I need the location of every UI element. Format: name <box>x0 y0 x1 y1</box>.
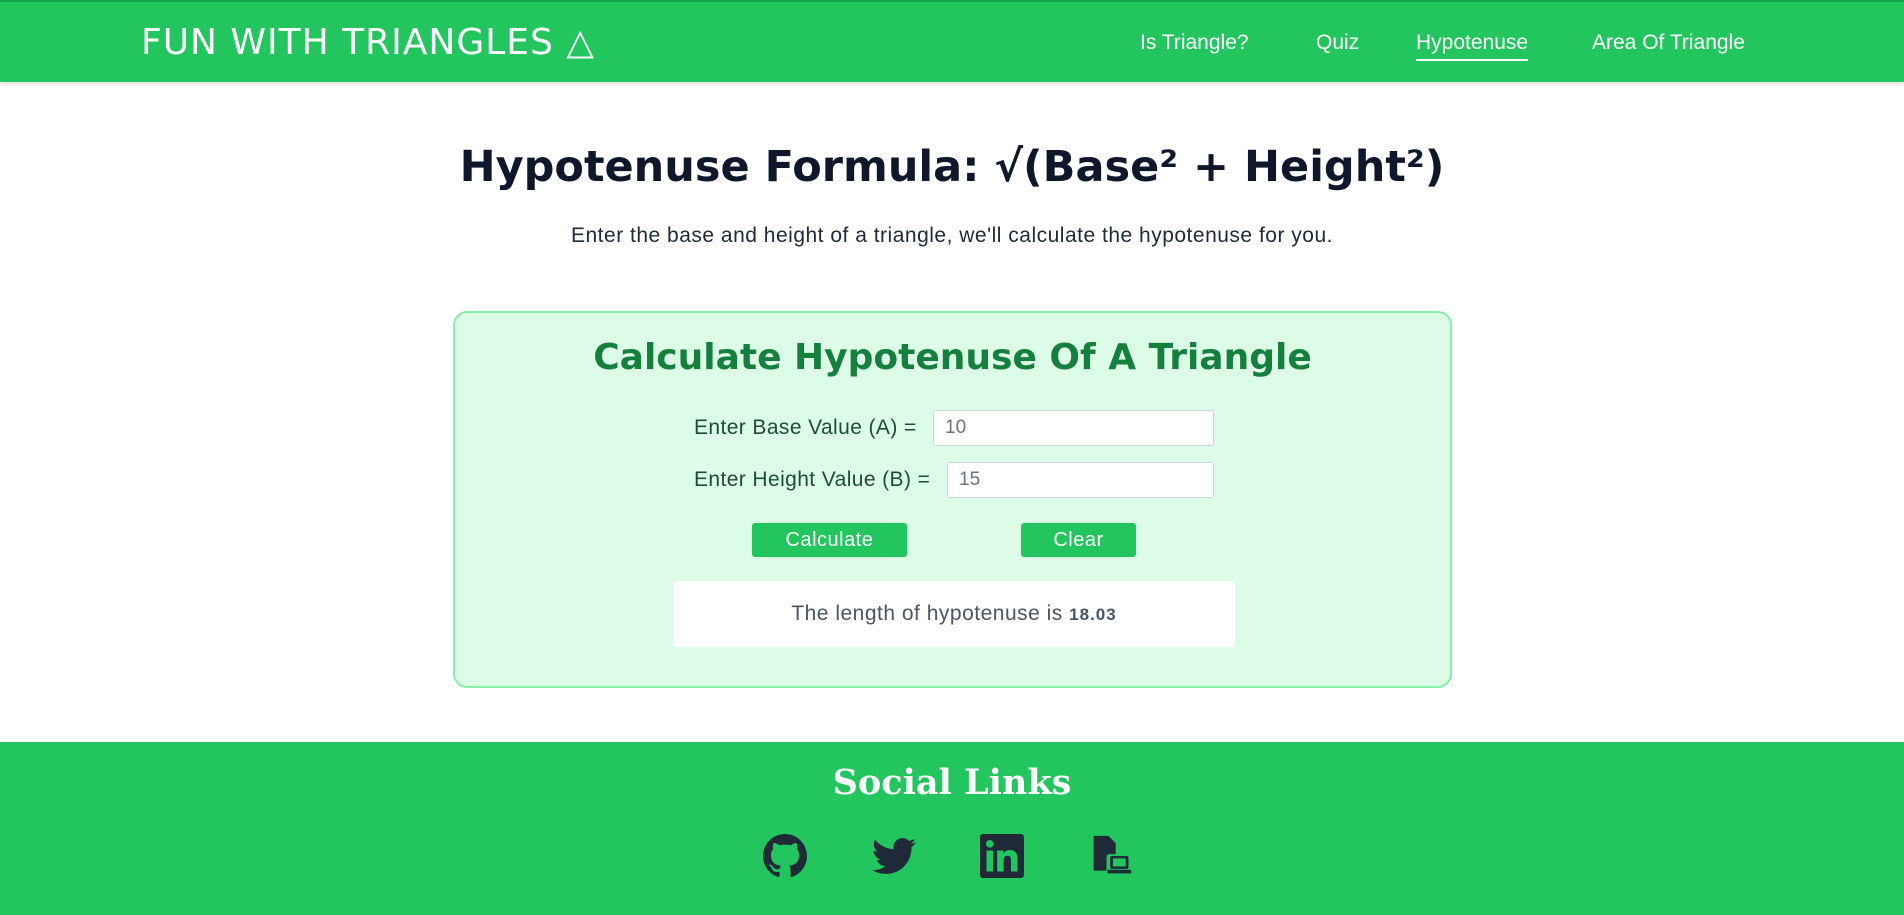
nav-link-is-triangle[interactable]: Is Triangle? <box>1140 31 1249 59</box>
page-description: Enter the base and height of a triangle,… <box>571 224 1333 247</box>
base-input[interactable]: 10 <box>933 410 1214 446</box>
calculate-button[interactable]: Calculate <box>752 523 907 557</box>
brand-logo[interactable]: FUN WITH TRIANGLES △ <box>141 22 595 63</box>
result-text: The length of hypotenuse is <box>791 602 1063 625</box>
page-title: Hypotenuse Formula: √(Base² + Height²) <box>459 142 1445 192</box>
footer: Social Links <box>0 742 1904 915</box>
nav-link-area-of-triangle[interactable]: Area Of Triangle <box>1592 31 1745 59</box>
card-title: Calculate Hypotenuse Of A Triangle <box>593 337 1312 378</box>
nav-link-quiz[interactable]: Quiz <box>1316 31 1359 59</box>
height-input[interactable]: 15 <box>947 462 1214 498</box>
clear-button[interactable]: Clear <box>1021 523 1136 557</box>
linkedin-icon[interactable] <box>980 834 1024 878</box>
nav-link-hypotenuse[interactable]: Hypotenuse <box>1416 31 1529 61</box>
footer-title: Social Links <box>832 762 1072 803</box>
navbar: FUN WITH TRIANGLES △ Is Triangle? Quiz H… <box>0 0 1904 82</box>
result-box: The length of hypotenuse is 18.03 <box>673 581 1235 647</box>
portfolio-icon[interactable] <box>1090 834 1134 878</box>
github-icon[interactable] <box>763 834 807 878</box>
base-label: Enter Base Value (A) = <box>694 416 917 439</box>
result-value: 18.03 <box>1069 605 1117 624</box>
height-label: Enter Height Value (B) = <box>694 468 931 491</box>
twitter-icon[interactable] <box>872 834 916 878</box>
calculator-card: Calculate Hypotenuse Of A Triangle Enter… <box>453 311 1452 688</box>
